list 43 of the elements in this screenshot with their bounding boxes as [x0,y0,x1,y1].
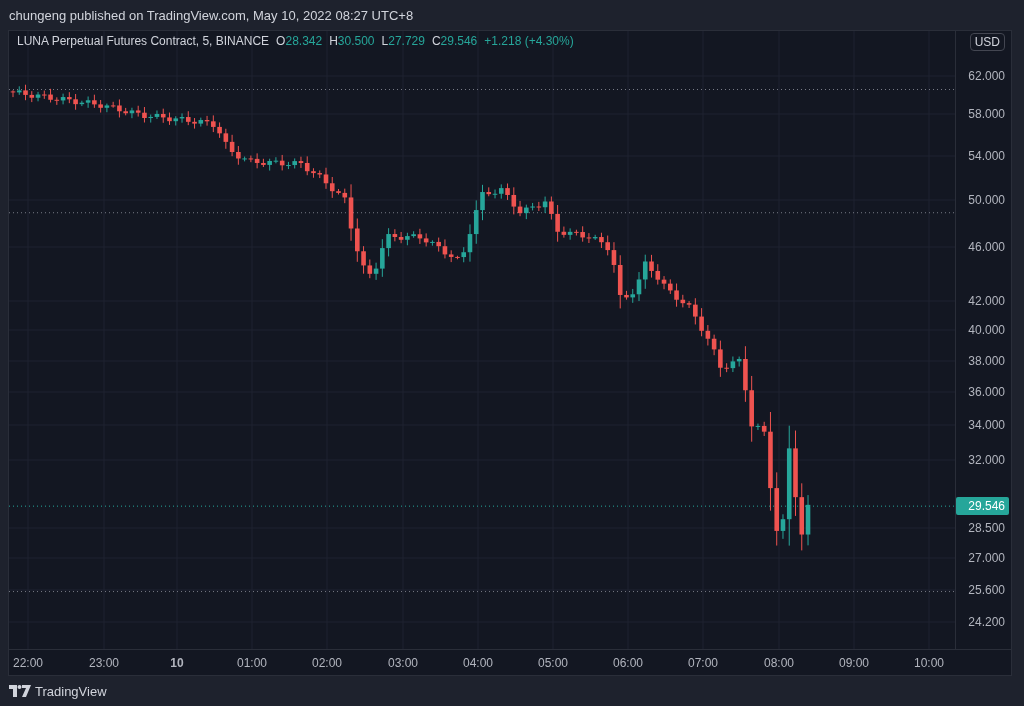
price-tick: 36.000 [968,385,1005,399]
price-tick: 24.200 [968,615,1005,629]
time-tick: 10:00 [914,656,944,670]
time-tick: 05:00 [538,656,568,670]
date-tick: 10 [170,656,184,670]
time-tick: 08:00 [764,656,794,670]
price-tick: 58.000 [968,107,1005,121]
time-tick: 03:00 [388,656,418,670]
ohlc-label: C [431,34,441,48]
ohlc-value: 27.729 [388,34,425,48]
attribution-text: chungeng published on TradingView.com, May 10, 2022 08:27 UTC+8 [9,7,414,23]
ohlc-value: 28.342 [285,34,323,48]
price-tick: 42.000 [968,294,1005,308]
price-change: +1.218 (+4.30%) [484,34,574,48]
price-tick: 46.000 [968,240,1005,254]
price-tick: 38.000 [968,354,1005,368]
ohlc-value: 30.500 [337,34,375,48]
ohlc-label: H [329,34,338,48]
brand-name: TradingView [35,683,107,699]
time-tick: 01:00 [237,656,267,670]
ohlc-label: O [276,34,286,48]
ohlc-label: L [381,34,389,48]
price-tick: 54.000 [968,149,1005,163]
time-tick: 02:00 [312,656,342,670]
price-tick: 28.500 [968,521,1005,535]
price-tick: 40.000 [968,323,1005,337]
last-price-badge: 29.546 [956,497,1009,516]
price-tick: 50.000 [968,193,1005,207]
time-tick: 04:00 [463,656,493,670]
time-tick: 07:00 [688,656,718,670]
symbol-title: LUNA Perpetual Futures Contract, 5, BINANCE [17,34,270,48]
time-tick: 22:00 [13,656,43,670]
currency-button[interactable]: USD [969,33,1005,51]
price-tick: 32.000 [968,453,1005,467]
time-tick: 09:00 [839,656,869,670]
logo-icon [9,685,31,697]
ohlc-value: 29.546 [440,34,478,48]
price-tick: 25.600 [968,583,1005,597]
price-tick: 34.000 [968,418,1005,432]
price-tick: 27.000 [968,551,1005,565]
price-tick: 62.000 [968,69,1005,83]
time-tick: 06:00 [613,656,643,670]
time-tick: 23:00 [89,656,119,670]
